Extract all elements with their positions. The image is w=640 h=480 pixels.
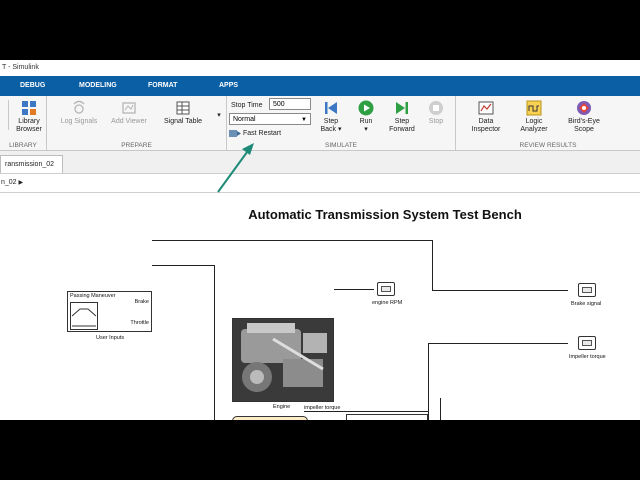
- throttle-line: [152, 265, 214, 266]
- menu-debug[interactable]: DEBUG: [20, 76, 45, 96]
- engine-image: [233, 319, 333, 401]
- review-results-group: Data Inspector Logic Analyzer Bird's-Eye…: [456, 96, 640, 150]
- brake-line: [152, 240, 432, 241]
- log-signals-icon: [73, 100, 85, 114]
- brake-branch-line: [432, 240, 433, 290]
- model-tab-bar: ransmission_02: [0, 151, 640, 174]
- step-back-button[interactable]: Step Back ▾: [317, 100, 345, 134]
- review-results-group-label: REVIEW RESULTS: [519, 142, 577, 149]
- impeller-torque-scope[interactable]: [578, 336, 596, 350]
- user-inputs-block[interactable]: Passing Maneuver Brake Throttle: [67, 291, 152, 332]
- brake-signal-scope[interactable]: [578, 283, 596, 297]
- throttle-vertical-line: [214, 265, 215, 420]
- library-group: Library Browser LIBRARY: [0, 96, 47, 150]
- logic-analyzer-button[interactable]: Logic Analyzer: [514, 100, 554, 134]
- simulink-window: T - Simulink DEBUG MODELING FORMAT APPS …: [0, 60, 640, 420]
- simulation-mode-select[interactable]: Normal ▼: [229, 113, 311, 125]
- signal-table-icon: [176, 101, 190, 115]
- model-tab[interactable]: ransmission_02: [0, 155, 64, 173]
- engine-label: Engine: [273, 404, 291, 410]
- birds-eye-scope-icon: [577, 101, 591, 115]
- passing-maneuver-label: Passing Maneuver: [70, 293, 116, 299]
- stop-time-input[interactable]: 500: [269, 98, 311, 110]
- brake-signal-line: [432, 290, 568, 291]
- speed-feedback-line: [440, 398, 441, 420]
- run-label: Run: [359, 118, 373, 125]
- fast-restart-button[interactable]: Fast Restart: [229, 128, 281, 139]
- engine-block[interactable]: [232, 318, 334, 402]
- prepare-group-label: PREPARE: [121, 142, 152, 149]
- library-browser-icon: [22, 101, 36, 115]
- add-viewer-button[interactable]: Add Viewer: [109, 100, 149, 126]
- data-inspector-label: Data Inspector: [471, 118, 501, 133]
- user-inputs-label: User Inputs: [96, 335, 125, 341]
- title-bar: T - Simulink: [0, 60, 640, 76]
- run-button[interactable]: Run ▾: [353, 100, 379, 134]
- step-forward-button[interactable]: Step Forward: [385, 100, 419, 134]
- shift-logic-chart[interactable]: throttle speed gear: [232, 416, 308, 420]
- library-group-label: LIBRARY: [9, 142, 37, 149]
- step-forward-icon: [396, 102, 408, 114]
- log-signals-label: Log Signals: [60, 118, 98, 125]
- annotation-arrow: [217, 143, 254, 193]
- menu-format[interactable]: FORMAT: [148, 76, 177, 96]
- feedback-vertical-line: [428, 343, 429, 420]
- fast-restart-icon: [229, 129, 241, 137]
- signal-table-label: Signal Table: [163, 118, 202, 125]
- model-tab-label: ransmission_02: [5, 161, 55, 168]
- step-back-icon: [325, 102, 337, 114]
- signal-table-button[interactable]: Signal Table: [163, 100, 203, 126]
- chevron-down-icon: ▼: [301, 117, 307, 123]
- transmission-block[interactable]: [346, 414, 428, 420]
- impeller-torque-scope-label: Impeller torque: [569, 354, 606, 360]
- run-icon: [358, 100, 374, 116]
- transmission-image: [347, 415, 427, 420]
- breadcrumb-arrow-icon: ▶: [18, 180, 24, 186]
- data-inspector-icon: [478, 101, 494, 115]
- window-title: T - Simulink: [2, 64, 39, 71]
- throttle-port-label: Throttle: [130, 320, 149, 326]
- log-signals-button[interactable]: Log Signals: [59, 100, 99, 126]
- impeller-torque-line: [304, 411, 428, 412]
- impeller-scope-line: [428, 343, 568, 344]
- toolstrip: Library Browser LIBRARY Log Signals Add …: [0, 96, 640, 151]
- simulation-mode-value: Normal: [233, 116, 256, 123]
- brake-port-label: Brake: [134, 299, 149, 305]
- logic-analyzer-icon: [526, 100, 542, 116]
- breadcrumb: n_02 ▶: [0, 174, 640, 193]
- fast-restart-label: Fast Restart: [242, 130, 282, 137]
- data-inspector-button[interactable]: Data Inspector: [464, 100, 508, 134]
- impeller-torque-line-label: impeller torque: [304, 405, 341, 411]
- signal-builder-icon: [70, 302, 98, 330]
- add-viewer-label: Add Viewer: [111, 118, 147, 125]
- birds-eye-scope-label: Bird's-Eye Scope: [568, 118, 600, 133]
- menu-bar: DEBUG MODELING FORMAT APPS: [0, 76, 640, 96]
- stop-icon: [429, 101, 443, 115]
- step-back-label: Step Back: [320, 118, 339, 133]
- menu-modeling[interactable]: MODELING: [79, 76, 117, 96]
- ribbon-left-edge: [0, 100, 9, 130]
- menu-apps[interactable]: APPS: [219, 76, 238, 96]
- engine-rpm-label: engine RPM: [372, 300, 403, 306]
- add-viewer-icon: [122, 102, 136, 114]
- brake-signal-label: Brake signal: [571, 301, 602, 307]
- prepare-group: Log Signals Add Viewer Signal Table ▾ PR…: [47, 96, 227, 150]
- engine-rpm-scope[interactable]: [377, 282, 395, 296]
- simulate-group: Stop Time 500 Normal ▼ Fast Restart Step…: [227, 96, 456, 150]
- library-browser-label: Library Browser: [16, 118, 42, 133]
- engine-rpm-line: [334, 289, 374, 290]
- model-canvas[interactable]: Automatic Transmission System Test Bench…: [0, 193, 640, 420]
- library-browser-button[interactable]: Library Browser: [12, 100, 46, 134]
- step-forward-label: Step Forward: [389, 118, 415, 133]
- model-title: Automatic Transmission System Test Bench: [248, 207, 522, 222]
- breadcrumb-item[interactable]: n_02: [1, 179, 17, 186]
- stop-button[interactable]: Stop: [425, 100, 447, 126]
- simulate-group-label: SIMULATE: [324, 142, 358, 149]
- birds-eye-scope-button[interactable]: Bird's-Eye Scope: [562, 100, 606, 134]
- stop-label: Stop: [428, 118, 444, 125]
- logic-analyzer-label: Logic Analyzer: [520, 118, 548, 133]
- stop-time-label: Stop Time: [231, 102, 263, 109]
- prepare-expand-icon[interactable]: ▾: [213, 112, 225, 120]
